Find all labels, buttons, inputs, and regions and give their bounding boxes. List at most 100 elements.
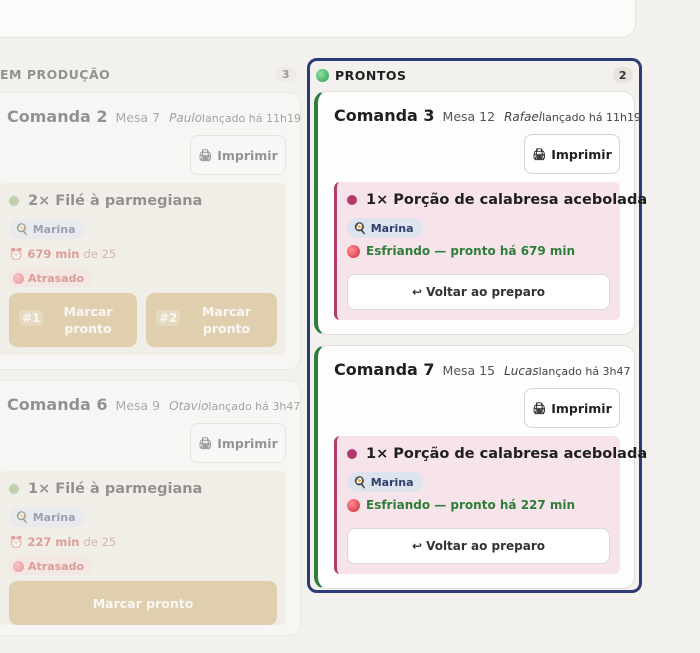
table-number: Mesa 7	[115, 110, 161, 125]
table-number: Mesa 9	[115, 398, 161, 413]
back-to-prep-button[interactable]: ↩ Voltar ao preparo	[347, 528, 610, 564]
item-title: 1× Filé à parmegiana	[28, 481, 203, 497]
late-label: Atrasado	[28, 559, 85, 573]
column-ready: PRONTOS 2 Comanda 3 Mesa 12 Rafael lança…	[307, 58, 647, 593]
column-count-badge: 3	[276, 66, 296, 82]
cook-name: Marina	[32, 510, 76, 524]
card-title-row: Comanda 6 Mesa 9 Otavio lançado há 3h47	[7, 395, 300, 414]
alert-dot-icon	[347, 498, 360, 512]
chef-icon: 🍳	[353, 475, 367, 489]
item-title-row: 1× Porção de calabresa acebolada	[347, 192, 647, 208]
timer-target: de 25	[83, 535, 117, 549]
card-title-row: Comanda 2 Mesa 7 Paulo lançado há 11h19	[7, 107, 301, 126]
alert-dot-icon	[13, 272, 24, 284]
mark-ready-label: Marcar pronto	[201, 304, 252, 336]
order-card: Comanda 3 Mesa 12 Rafael lançado há 11h1…	[314, 91, 647, 335]
timer-value: 227 min	[27, 535, 80, 549]
print-button[interactable]: 🖨 Imprimir	[190, 423, 286, 463]
comanda-number: Comanda 7	[334, 360, 435, 379]
late-badge: Atrasado	[9, 557, 93, 575]
comanda-number: Comanda 3	[334, 106, 435, 125]
late-label: Atrasado	[28, 271, 85, 285]
cook-tag: 🍳 Marina	[347, 218, 423, 238]
printer-icon: 🖨	[532, 401, 547, 415]
cook-name: Marina	[32, 222, 76, 236]
chef-icon: 🍳	[15, 510, 29, 524]
mark-ready-label: Marcar pronto	[92, 595, 194, 611]
printer-icon: 🖨	[198, 436, 213, 450]
ready-status-icon	[316, 68, 329, 82]
mark-ready-label: Marcar pronto	[63, 304, 113, 336]
alarm-clock-icon: ⏰	[9, 247, 24, 261]
item-status-dot	[347, 195, 357, 205]
timer-target: de 25	[83, 247, 117, 261]
print-button-label: Imprimir	[551, 400, 612, 416]
print-button-label: Imprimir	[217, 435, 278, 451]
launched-time: lançado há 11h19	[202, 112, 301, 125]
late-badge: Atrasado	[9, 269, 93, 287]
unit-number: #1	[19, 310, 44, 326]
order-card: Comanda 6 Mesa 9 Otavio lançado há 3h47 …	[0, 380, 301, 636]
column-header: PRONTOS 2	[310, 63, 639, 87]
item-status-dot	[347, 449, 357, 459]
launched-time: lançado há 11h19	[542, 111, 642, 124]
order-item: 1× Filé à parmegiana 🍳 Marina ⏰ 227 min …	[0, 471, 286, 625]
chef-icon: 🍳	[353, 221, 367, 235]
launched-time: lançado há 3h47	[208, 400, 301, 413]
cook-tag: 🍳 Marina	[9, 507, 85, 527]
cook-name: Marina	[370, 221, 414, 235]
item-title: 2× Filé à parmegiana	[28, 193, 203, 209]
cooling-status-text: Esfriando — pronto há 227 min	[366, 498, 576, 512]
print-button[interactable]: 🖨 Imprimir	[524, 388, 620, 428]
printer-icon: 🖨	[198, 148, 213, 162]
order-card: Comanda 2 Mesa 7 Paulo lançado há 11h19 …	[0, 92, 301, 370]
alarm-clock-icon: ⏰	[9, 535, 24, 549]
item-title-row: 2× Filé à parmegiana	[9, 193, 278, 209]
column-title: PRONTOS	[335, 67, 407, 83]
table-number: Mesa 12	[442, 109, 496, 124]
timer-line: ⏰ 227 min de 25	[9, 535, 116, 549]
item-status-dot	[9, 196, 19, 206]
print-button[interactable]: 🖨 Imprimir	[524, 134, 620, 174]
waiter-name: Rafael	[504, 110, 543, 124]
cook-tag: 🍳 Marina	[9, 219, 85, 239]
print-button-label: Imprimir	[217, 147, 278, 163]
waiter-name: Lucas	[504, 364, 539, 378]
alert-dot-icon	[347, 244, 360, 258]
order-item: 2× Filé à parmegiana 🍳 Marina ⏰ 679 min …	[0, 183, 286, 355]
card-title-row: Comanda 3 Mesa 12 Rafael lançado há 11h1…	[334, 106, 641, 125]
print-button[interactable]: 🖨 Imprimir	[190, 135, 286, 175]
column-in-production: EM PRODUÇÃO 3 Comanda 2 Mesa 7 Paulo lan…	[0, 62, 302, 653]
alert-dot-icon	[13, 560, 24, 572]
mark-ready-button[interactable]: #2 Marcar pronto	[146, 293, 277, 347]
comanda-number: Comanda 2	[7, 107, 108, 126]
return-arrow-icon: ↩	[412, 539, 423, 553]
back-to-prep-label: Voltar ao preparo	[426, 285, 545, 299]
printer-icon: 🖨	[532, 147, 547, 161]
unit-number: #2	[156, 310, 181, 326]
cook-name: Marina	[370, 475, 414, 489]
column-title: EM PRODUÇÃO	[0, 66, 111, 82]
order-item: 1× Porção de calabresa acebolada 🍳 Marin…	[334, 436, 647, 574]
item-title-row: 1× Porção de calabresa acebolada	[347, 446, 647, 462]
item-title: 1× Porção de calabresa acebolada	[366, 192, 648, 208]
back-to-prep-button[interactable]: ↩ Voltar ao preparo	[347, 274, 610, 310]
mark-ready-button[interactable]: Marcar pronto	[9, 581, 277, 625]
chef-icon: 🍳	[15, 222, 29, 236]
cook-tag: 🍳 Marina	[347, 472, 423, 492]
mark-ready-button[interactable]: #1 Marcar pronto	[9, 293, 137, 347]
cooling-status: Esfriando — pronto há 227 min	[347, 498, 575, 512]
timer-value: 679 min	[27, 247, 80, 261]
waiter-name: Otavio	[169, 399, 209, 413]
waiter-name: Paulo	[169, 111, 202, 125]
comanda-number: Comanda 6	[7, 395, 108, 414]
item-title-row: 1× Filé à parmegiana	[9, 481, 278, 497]
back-to-prep-label: Voltar ao preparo	[426, 539, 545, 553]
table-number: Mesa 15	[442, 363, 496, 378]
order-item: 1× Porção de calabresa acebolada 🍳 Marin…	[334, 182, 647, 320]
launched-time: lançado há 3h47	[538, 365, 631, 378]
column-count-badge: 2	[613, 67, 633, 83]
cooling-status-text: Esfriando — pronto há 679 min	[366, 244, 576, 258]
item-title: 1× Porção de calabresa acebolada	[366, 446, 648, 462]
column-header: EM PRODUÇÃO 3	[0, 62, 302, 86]
